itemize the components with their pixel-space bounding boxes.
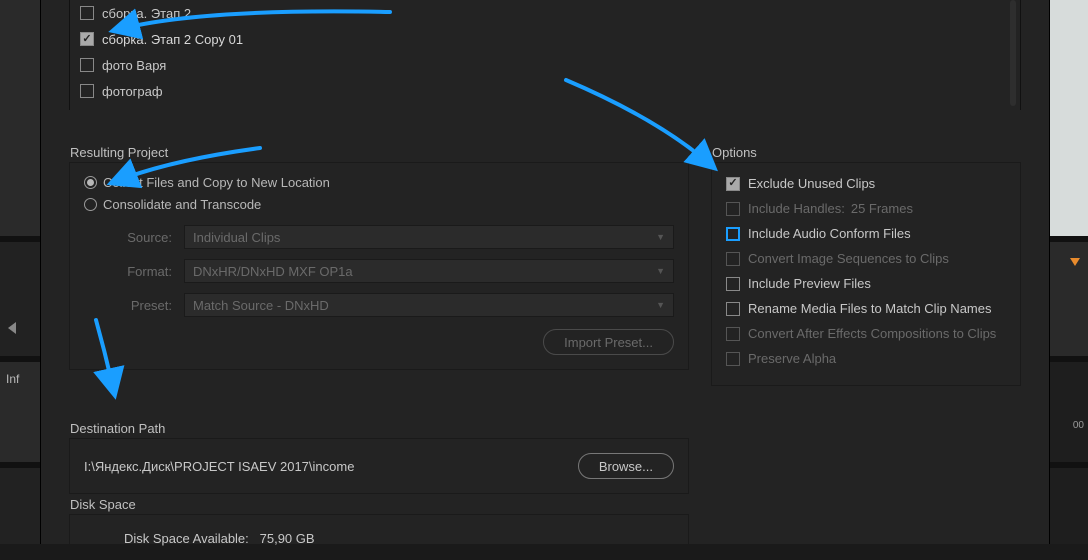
option-item-label: Exclude Unused Clips [748,176,875,191]
disk-space-title: Disk Space [68,497,138,512]
option-item[interactable]: Include Audio Conform Files [726,221,1006,246]
playhead-icon [1070,258,1080,266]
disk-space-section: Disk Space Disk Space Available: 75,90 G… [69,514,689,560]
checkbox-icon[interactable] [726,227,740,241]
option-item: Convert Image Sequences to Clips [726,246,1006,271]
checkbox-icon[interactable] [726,302,740,316]
option-item: Include Handles: 25 Frames [726,196,1006,221]
radio-label: Consolidate and Transcode [103,197,261,212]
radio-collect-files[interactable]: Collect Files and Copy to New Location [84,171,674,193]
sequence-item[interactable]: фото Варя [80,52,1010,78]
sequence-item-label: фотограф [102,84,163,99]
options-title: Options [710,145,759,160]
checkbox-icon[interactable] [80,58,94,72]
chevron-down-icon: ▼ [656,232,665,242]
resulting-project-section: Resulting Project Collect Files and Copy… [69,162,689,370]
radio-label: Collect Files and Copy to New Location [103,175,330,190]
checkbox-icon[interactable] [80,32,94,46]
sequence-item-label: сборка. Этап 2 [102,6,191,21]
checkbox-icon [726,252,740,266]
import-preset-button: Import Preset... [543,329,674,355]
sequence-item[interactable]: сборка. Этап 2 [80,0,1010,26]
option-item-label: Convert Image Sequences to Clips [748,251,949,266]
checkbox-icon [726,202,740,216]
radio-consolidate[interactable]: Consolidate and Transcode [84,193,674,215]
info-label: Inf [6,372,19,386]
sequence-item[interactable]: сборка. Этап 2 Copy 01 [80,26,1010,52]
checkbox-icon[interactable] [726,177,740,191]
option-item-label: Include Preview Files [748,276,871,291]
option-item: Preserve Alpha [726,346,1006,371]
play-back-icon [8,322,16,334]
select-value: Match Source - DNxHD [193,298,329,313]
app-left-strip: Inf [0,0,40,544]
scrollbar[interactable] [1010,0,1016,106]
option-item: Convert After Effects Compositions to Cl… [726,321,1006,346]
chevron-down-icon: ▼ [656,266,665,276]
option-item-label: Rename Media Files to Match Clip Names [748,301,991,316]
checkbox-icon[interactable] [80,6,94,20]
preset-select: Match Source - DNxHD ▼ [184,293,674,317]
checkbox-icon[interactable] [726,277,740,291]
option-item[interactable]: Rename Media Files to Match Clip Names [726,296,1006,321]
checkbox-icon[interactable] [80,84,94,98]
sequence-item[interactable]: фотограф [80,78,1010,104]
checkbox-icon [726,352,740,366]
options-section: Options Exclude Unused ClipsInclude Hand… [711,162,1021,386]
format-label: Format: [84,264,184,279]
select-value: DNxHR/DNxHD MXF OP1a [193,264,353,279]
source-label: Source: [84,230,184,245]
button-label: Import Preset... [564,335,653,350]
destination-title: Destination Path [68,421,167,436]
sequence-item-label: фото Варя [102,58,166,73]
chevron-down-icon: ▼ [656,300,665,310]
resulting-project-title: Resulting Project [68,145,170,160]
radio-icon [84,198,97,211]
option-item[interactable]: Include Preview Files [726,271,1006,296]
destination-path-text: I:\Яндекс.Диск\PROJECT ISAEV 2017\income [84,459,354,474]
radio-icon [84,176,97,189]
destination-path-section: Destination Path I:\Яндекс.Диск\PROJECT … [69,438,689,494]
sequence-list: сборка. Этап 2 сборка. Этап 2 Copy 01 фото… [69,0,1021,110]
dialog-window: сборка. Этап 2 сборка. Этап 2 Copy 01 фото… [40,0,1050,544]
option-item-label: Preserve Alpha [748,351,836,366]
option-item[interactable]: Exclude Unused Clips [726,171,1006,196]
checkbox-icon [726,327,740,341]
button-label: Browse... [599,459,653,474]
option-item-label: Include Handles: [748,201,845,216]
option-item-label: Include Audio Conform Files [748,226,911,241]
option-item-suffix: 25 Frames [851,201,913,216]
browse-button[interactable]: Browse... [578,453,674,479]
preset-label: Preset: [84,298,184,313]
format-select: DNxHR/DNxHD MXF OP1a ▼ [184,259,674,283]
timecode-mark: 00 [1073,420,1084,431]
select-value: Individual Clips [193,230,280,245]
option-item-label: Convert After Effects Compositions to Cl… [748,326,996,341]
app-right-strip: 00 [1050,0,1088,544]
sequence-item-label: сборка. Этап 2 Copy 01 [102,32,243,47]
source-select: Individual Clips ▼ [184,225,674,249]
